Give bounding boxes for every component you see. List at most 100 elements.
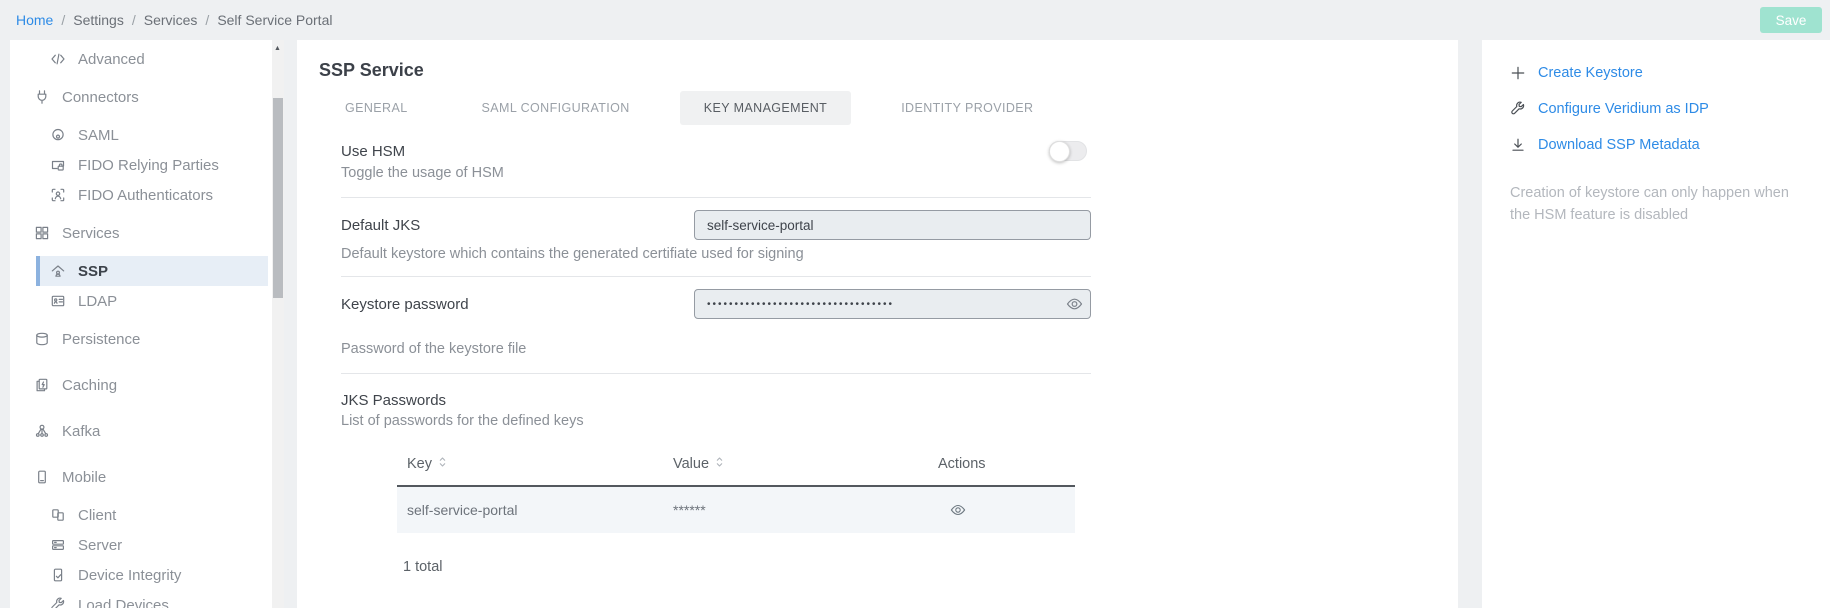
toggle-knob — [1049, 141, 1070, 162]
action-link-download-ssp-metadata[interactable]: Download SSP Metadata — [1510, 134, 1806, 156]
sidebar-scrollbar[interactable]: ▲ — [272, 40, 284, 608]
action-link-label: Configure Veridium as IDP — [1538, 101, 1709, 117]
keystore-password-input[interactable] — [694, 289, 1091, 319]
sidebar-item-label: Kafka — [62, 423, 100, 440]
sort-icon[interactable] — [715, 455, 724, 473]
sidebar-item-label: Advanced — [78, 51, 145, 68]
devices-icon — [50, 507, 66, 523]
action-link-create-keystore[interactable]: Create Keystore — [1510, 62, 1806, 84]
sidebar-item-mobile[interactable]: Mobile — [10, 454, 284, 500]
sidebar-item-label: Connectors — [62, 89, 139, 106]
cell-value: ****** — [663, 502, 928, 518]
sidebar-item-label: Mobile — [62, 469, 106, 486]
keystore-note: Creation of keystore can only happen whe… — [1510, 182, 1810, 226]
page-title: SSP Service — [319, 60, 1458, 81]
home-user-icon — [50, 263, 66, 279]
phone-check-icon — [50, 567, 66, 583]
breadcrumb-separator: / — [132, 12, 136, 28]
breadcrumb-home[interactable]: Home — [16, 12, 53, 28]
actions-links: Create Keystore Configure Veridium as IDP… — [1510, 62, 1806, 156]
clipboard-bolt-icon — [34, 377, 50, 393]
sidebar-item-fido-relying-parties[interactable]: FIDO Relying Parties — [10, 150, 284, 180]
target-icon — [50, 127, 66, 143]
sidebar-item-services[interactable]: Services — [10, 210, 284, 256]
eye-icon — [950, 502, 966, 518]
default-jks-row: Default JKS — [341, 210, 1091, 240]
tab-general[interactable]: GENERAL — [321, 91, 432, 125]
keystore-password-row: Keystore password — [341, 289, 1091, 319]
column-label: Actions — [938, 456, 986, 472]
breadcrumb-separator: / — [61, 12, 65, 28]
sidebar-item-label: FIDO Authenticators — [78, 187, 213, 204]
sort-icon[interactable] — [438, 455, 447, 473]
use-hsm-toggle[interactable] — [1049, 141, 1087, 161]
column-header-value[interactable]: Value — [663, 455, 928, 473]
actions-panel: Create Keystore Configure Veridium as IDP… — [1482, 40, 1830, 608]
show-password-button[interactable] — [1066, 296, 1083, 313]
breadcrumb-settings: Settings — [73, 12, 124, 28]
sidebar-item-ldap[interactable]: LDAP — [10, 286, 284, 316]
wrench-icon — [1510, 101, 1526, 117]
breadcrumb-self-service-portal: Self Service Portal — [217, 12, 332, 28]
sidebar-item-label: SAML — [78, 127, 119, 144]
sidebar-item-server[interactable]: Server — [10, 530, 284, 560]
action-link-label: Create Keystore — [1538, 65, 1643, 81]
sidebar-item-label: Persistence — [62, 331, 140, 348]
top-bar: Home/Settings/Services/Self Service Port… — [0, 0, 1830, 40]
table-header: Key Value Actions — [397, 443, 1075, 487]
sidebar-item-label: Services — [62, 225, 120, 242]
server-icon — [50, 537, 66, 553]
sidebar-item-kafka[interactable]: Kafka — [10, 408, 284, 454]
id-card-icon — [50, 293, 66, 309]
default-jks-help: Default keystore which contains the gene… — [341, 246, 1091, 262]
table-body: self-service-portal****** — [397, 487, 1075, 533]
sidebar-item-device-integrity[interactable]: Device Integrity — [10, 560, 284, 590]
breadcrumb-separator: / — [205, 12, 209, 28]
divider — [341, 276, 1091, 277]
form-content: Use HSM Toggle the usage of HSM Default … — [341, 141, 1091, 575]
sidebar-item-label: SSP — [78, 263, 108, 280]
main-panel: SSP Service GENERAL SAML CONFIGURATION KEY… — [297, 40, 1458, 608]
sidebar-item-caching[interactable]: Caching — [10, 362, 284, 408]
action-link-configure-veridium-as-idp[interactable]: Configure Veridium as IDP — [1510, 98, 1806, 120]
jks-passwords-table: Key Value Actions self-service-portal*****… — [397, 443, 1075, 533]
scrollbar-thumb[interactable] — [273, 98, 283, 298]
sidebar-item-advanced[interactable]: Advanced — [10, 44, 284, 74]
use-hsm-help: Toggle the usage of HSM — [341, 165, 1091, 181]
sidebar-item-label: Server — [78, 537, 122, 554]
action-link-label: Download SSP Metadata — [1538, 137, 1700, 153]
save-button[interactable]: Save — [1760, 7, 1822, 33]
plus-icon — [1510, 65, 1526, 81]
default-jks-label: Default JKS — [341, 217, 694, 234]
sidebar-item-label: Client — [78, 507, 116, 524]
cell-actions — [928, 502, 1075, 518]
tab-saml-configuration[interactable]: SAML CONFIGURATION — [458, 91, 654, 125]
column-header-key[interactable]: Key — [397, 455, 663, 473]
default-jks-input[interactable] — [694, 210, 1091, 240]
scroll-up-icon[interactable]: ▲ — [274, 45, 281, 52]
eye-icon — [1066, 296, 1083, 313]
divider — [341, 197, 1091, 198]
sidebar-item-ssp[interactable]: SSP — [36, 256, 268, 286]
sidebar-item-client[interactable]: Client — [10, 500, 284, 530]
column-label: Key — [407, 456, 432, 472]
sidebar-item-connectors[interactable]: Connectors — [10, 74, 284, 120]
sidebar-item-label: Device Integrity — [78, 567, 181, 584]
keystore-password-label: Keystore password — [341, 296, 694, 313]
show-value-button[interactable] — [950, 502, 966, 518]
network-icon — [34, 423, 50, 439]
sidebar-item-load-devices[interactable]: Load Devices — [10, 590, 284, 608]
jks-passwords-title: JKS Passwords — [341, 392, 1091, 409]
sidebar-item-label: FIDO Relying Parties — [78, 157, 219, 174]
code-icon — [50, 51, 66, 67]
phone-icon — [34, 469, 50, 485]
sidebar-item-persistence[interactable]: Persistence — [10, 316, 284, 362]
sidebar-item-fido-authenticators[interactable]: FIDO Authenticators — [10, 180, 284, 210]
tab-key-management[interactable]: KEY MANAGEMENT — [680, 91, 851, 125]
plug-icon — [34, 89, 50, 105]
sidebar-item-label: Load Devices — [78, 597, 169, 608]
tab-identity-provider[interactable]: IDENTITY PROVIDER — [877, 91, 1057, 125]
sidebar-nav: Advanced Connectors SAML FIDO Relying Parti… — [10, 44, 284, 608]
cell-key: self-service-portal — [397, 502, 663, 518]
sidebar-item-saml[interactable]: SAML — [10, 120, 284, 150]
